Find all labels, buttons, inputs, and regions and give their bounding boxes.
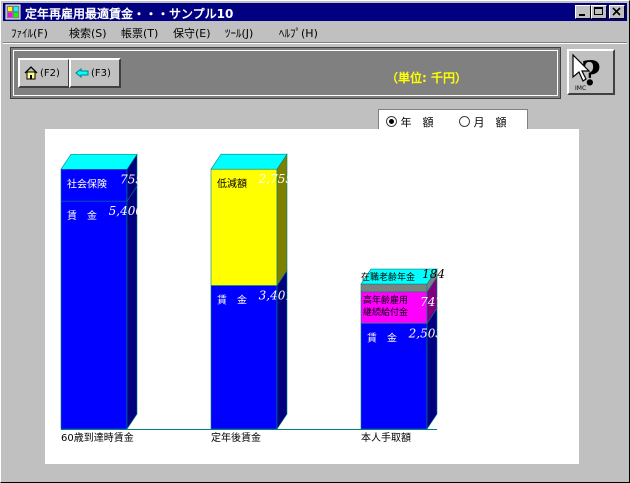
close-icon xyxy=(612,7,621,16)
segment-label: 高年齢雇用 xyxy=(363,294,408,306)
segment-value: 747 xyxy=(420,295,443,309)
back-button-label: (F3) xyxy=(91,68,111,79)
monthly-radio[interactable]: 月 額 xyxy=(459,114,507,130)
bar-segment-front xyxy=(360,283,428,293)
segment-label: 継続給付金 xyxy=(363,306,408,318)
back-arrow-icon xyxy=(75,68,89,78)
bar-top-face xyxy=(60,153,138,170)
maximize-icon xyxy=(594,7,603,15)
segment-value: 3,401 xyxy=(259,288,293,302)
help-button[interactable]: ? IMC xyxy=(567,49,615,95)
segment-value: 2,503 xyxy=(408,326,444,340)
app-window: 定年再雇用最適賃金・・・サンプル10 ﾌｧｲﾙ(F) 検索(S) 帳票(T) 保… xyxy=(0,0,630,483)
home-button-label: (F2) xyxy=(40,68,60,79)
category-label: 本人手取額 xyxy=(361,431,411,444)
maximize-button[interactable] xyxy=(591,5,607,19)
segment-value: 5,400 xyxy=(109,204,144,218)
menu-bar: ﾌｧｲﾙ(F) 検索(S) 帳票(T) 保守(E) ﾂｰﾙ(J) ﾍﾙﾌﾟ(H) xyxy=(3,22,627,41)
segment-value: 184 xyxy=(422,267,445,281)
segment-label: 在職老齢年金 xyxy=(361,271,415,283)
help-question-icon: ? IMC xyxy=(572,53,601,94)
bar-top-face xyxy=(210,153,288,170)
menu-maintenance[interactable]: 保守(E) xyxy=(173,25,211,41)
category-label: 定年後賃金 xyxy=(211,431,261,444)
menu-search[interactable]: 検索(S) xyxy=(69,25,107,41)
window-title: 定年再雇用最適賃金・・・サンプル10 xyxy=(25,7,234,21)
menu-report[interactable]: 帳票(T) xyxy=(121,25,158,41)
segment-label: 賃 金 xyxy=(67,209,97,222)
bar-column: 賃 金 2,503 高年齢雇用継続給付金 747 在職老齢年金 184 本人手取額 xyxy=(360,267,445,444)
monthly-label: 月 額 xyxy=(473,116,507,129)
category-label: 60歳到達時賃金 xyxy=(61,431,134,444)
segment-value: 2,755 xyxy=(258,172,293,186)
segment-label: 賃 金 xyxy=(217,293,247,306)
menu-tools[interactable]: ﾂｰﾙ(J) xyxy=(225,25,253,41)
close-button[interactable] xyxy=(609,5,625,19)
annual-radio[interactable]: 年 額 xyxy=(386,114,434,130)
segment-value: 755 xyxy=(120,172,143,186)
segment-label: 社会保険 xyxy=(67,177,107,190)
bar-segment-side xyxy=(126,185,138,430)
menu-file[interactable]: ﾌｧｲﾙ(F) xyxy=(11,25,48,41)
radio-unselected-icon xyxy=(459,116,470,127)
minimize-button[interactable] xyxy=(575,5,591,19)
chart-area: 賃 金 5,400 社会保険 755 60歳到達時賃金 賃 金 3,401 低減額 2,755 定… xyxy=(45,129,579,464)
menu-separator xyxy=(3,42,627,44)
bar-column: 賃 金 3,401 低減額 2,755 定年後賃金 xyxy=(210,153,293,444)
minimize-icon xyxy=(579,14,585,16)
menu-help[interactable]: ﾍﾙﾌﾟ(H) xyxy=(279,25,318,41)
stacked-bar-chart: 賃 金 5,400 社会保険 755 60歳到達時賃金 賃 金 3,401 低減額 2,755 定… xyxy=(60,153,445,444)
home-icon xyxy=(24,66,38,80)
toolbar: (F2) (F3) xyxy=(10,47,561,99)
segment-label: 賃 金 xyxy=(367,331,397,344)
help-caption: IMC xyxy=(575,85,586,92)
bar-segment-front xyxy=(210,285,278,430)
segment-label: 低減額 xyxy=(217,177,247,190)
back-button[interactable]: (F3) xyxy=(69,58,121,88)
home-button[interactable]: (F2) xyxy=(18,58,70,88)
radio-selected-icon xyxy=(386,116,397,127)
app-icon xyxy=(5,4,21,20)
annual-label: 年 額 xyxy=(400,116,434,129)
title-bar: 定年再雇用最適賃金・・・サンプル10 xyxy=(3,3,627,21)
bar-segment-front xyxy=(60,200,128,430)
bar-column: 賃 金 5,400 社会保険 755 60歳到達時賃金 xyxy=(60,153,144,444)
unit-label: （単位: 千円） xyxy=(386,71,467,85)
